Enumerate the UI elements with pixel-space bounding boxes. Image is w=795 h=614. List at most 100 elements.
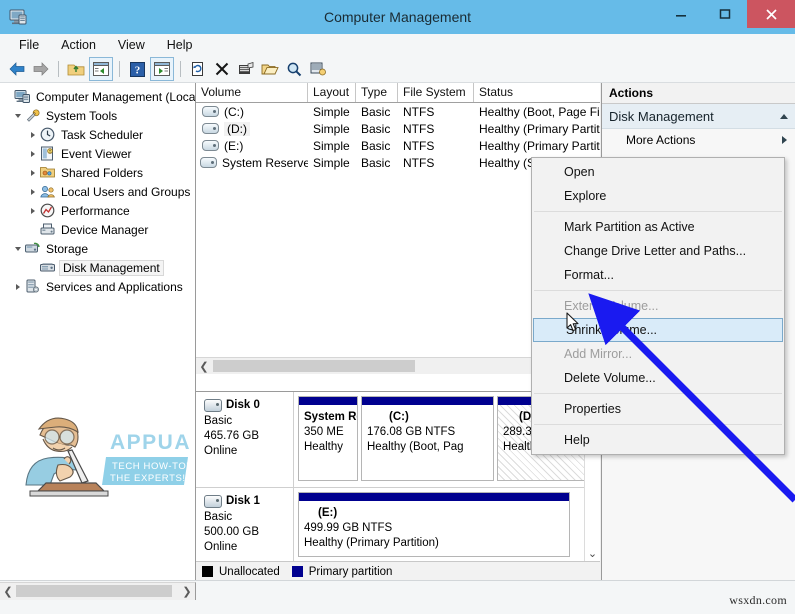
cell-volume-label: (D:) bbox=[224, 122, 250, 136]
table-row[interactable]: (D:) Simple Basic NTFS Healthy (Primary … bbox=[196, 120, 600, 137]
context-menu-item-format[interactable]: Format... bbox=[532, 263, 784, 287]
expander-closed[interactable] bbox=[27, 144, 39, 163]
delete-icon[interactable] bbox=[211, 58, 233, 80]
disk-info[interactable]: Disk 1 Basic 500.00 GB Online bbox=[196, 488, 294, 563]
partition-name: (E:) bbox=[304, 506, 564, 521]
tree-item-label: Shared Folders bbox=[59, 166, 145, 180]
disk-name: Disk 1 bbox=[226, 494, 260, 509]
shared-folders-icon bbox=[39, 164, 56, 181]
close-button[interactable] bbox=[747, 0, 795, 28]
show-hide-console-tree-icon[interactable] bbox=[89, 57, 113, 81]
tree-item-disk-management[interactable]: Disk Management bbox=[2, 258, 195, 277]
help-icon[interactable]: ? bbox=[126, 58, 148, 80]
scroll-down-arrow[interactable]: ⌄ bbox=[585, 547, 600, 560]
minimize-button[interactable] bbox=[659, 0, 703, 28]
tree-item-performance[interactable]: Performance bbox=[2, 201, 195, 220]
site-watermark: wsxdn.com bbox=[729, 593, 787, 608]
context-menu-item-properties[interactable]: Properties bbox=[532, 397, 784, 421]
tree-item-task-scheduler[interactable]: Task Scheduler bbox=[2, 125, 195, 144]
tree-item-label: Performance bbox=[59, 204, 132, 218]
chevron-right-icon[interactable] bbox=[782, 136, 787, 144]
open-folder-icon[interactable] bbox=[259, 58, 281, 80]
tree-item-event-viewer[interactable]: Event Viewer bbox=[2, 144, 195, 163]
table-row[interactable]: (C:) Simple Basic NTFS Healthy (Boot, Pa… bbox=[196, 103, 600, 120]
actions-group-label: Disk Management bbox=[609, 109, 714, 124]
tree-pane-hscrollbar[interactable]: ❮ ❯ bbox=[0, 582, 196, 600]
forward-icon[interactable] bbox=[30, 58, 52, 80]
context-menu-item-help[interactable]: Help bbox=[532, 428, 784, 452]
context-menu-item-open[interactable]: Open bbox=[532, 160, 784, 184]
actions-item-more-actions[interactable]: More Actions bbox=[602, 129, 795, 151]
legend-swatch-unallocated bbox=[202, 566, 213, 577]
legend-label-unallocated: Unallocated bbox=[219, 566, 280, 578]
expander-none bbox=[27, 258, 39, 277]
expander-closed[interactable] bbox=[27, 182, 39, 201]
actions-group-disk-management[interactable]: Disk Management bbox=[602, 104, 795, 129]
export-list-icon[interactable] bbox=[307, 58, 329, 80]
drive-icon bbox=[202, 106, 219, 117]
partition-name: System Reserved bbox=[304, 410, 352, 425]
context-menu-item-mark-partition-as-active[interactable]: Mark Partition as Active bbox=[532, 215, 784, 239]
partition-c[interactable]: (C:) 176.08 GB NTFS Healthy (Boot, Paɡ bbox=[361, 396, 494, 481]
title-bar: Computer Management bbox=[0, 0, 795, 34]
tree-item-label: Task Scheduler bbox=[59, 128, 145, 142]
cell-type: Basic bbox=[356, 122, 398, 136]
expander-closed[interactable] bbox=[27, 125, 39, 144]
menu-help[interactable]: Help bbox=[156, 36, 204, 54]
hscroll-thumb[interactable] bbox=[213, 360, 415, 372]
expander-open[interactable] bbox=[12, 106, 24, 125]
tree-item-services-and-applications[interactable]: Services and Applications bbox=[2, 277, 195, 296]
menu-action[interactable]: Action bbox=[50, 36, 107, 54]
tree-item-shared-folders[interactable]: Shared Folders bbox=[2, 163, 195, 182]
column-header-layout[interactable]: Layout bbox=[308, 83, 356, 102]
maximize-button[interactable] bbox=[703, 0, 747, 28]
context-menu-item-change-drive-letter-and-paths[interactable]: Change Drive Letter and Paths... bbox=[532, 239, 784, 263]
tree-item-system-tools[interactable]: System Tools bbox=[2, 106, 195, 125]
context-menu-separator bbox=[534, 393, 782, 394]
column-header-type[interactable]: Type bbox=[356, 83, 398, 102]
refresh-icon[interactable] bbox=[187, 58, 209, 80]
window-controls bbox=[659, 0, 795, 28]
scroll-right-arrow[interactable]: ❯ bbox=[179, 583, 195, 599]
column-header-volume[interactable]: Volume bbox=[196, 83, 308, 102]
disk-info[interactable]: Disk 0 Basic 465.76 GB Online bbox=[196, 392, 294, 487]
drive-icon bbox=[202, 140, 219, 151]
chevron-up-icon[interactable] bbox=[780, 114, 788, 119]
disk-kind: Basic bbox=[204, 414, 293, 429]
expander-open[interactable] bbox=[12, 239, 24, 258]
tree-item-device-manager[interactable]: Device Manager bbox=[2, 220, 195, 239]
tree-item-storage[interactable]: Storage bbox=[2, 239, 195, 258]
console-tree-pane: Computer Management (Local System Tools bbox=[0, 83, 196, 580]
column-header-status[interactable]: Status bbox=[474, 83, 600, 102]
context-menu-item-explore[interactable]: Explore bbox=[532, 184, 784, 208]
cell-type: Basic bbox=[356, 139, 398, 153]
context-menu-item-delete-volume[interactable]: Delete Volume... bbox=[532, 366, 784, 390]
tree-item-local-users-and-groups[interactable]: Local Users and Groups bbox=[2, 182, 195, 201]
cell-file-system: NTFS bbox=[398, 139, 474, 153]
computer-management-icon bbox=[7, 6, 29, 28]
performance-icon bbox=[39, 202, 56, 219]
expander-closed[interactable] bbox=[27, 163, 39, 182]
partition-text: System Reserved 350 ME Healthy bbox=[299, 406, 357, 455]
expander-closed[interactable] bbox=[12, 277, 24, 296]
partition-status: Healthy (Primary Partition) bbox=[304, 536, 564, 551]
menu-file[interactable]: File bbox=[8, 36, 50, 54]
properties-icon[interactable] bbox=[235, 58, 257, 80]
partition-system-reserved[interactable]: System Reserved 350 ME Healthy bbox=[298, 396, 358, 481]
scroll-left-arrow[interactable]: ❮ bbox=[196, 358, 212, 374]
partition-e[interactable]: (E:) 499.99 GB NTFS Healthy (Primary Par… bbox=[298, 492, 570, 557]
show-hide-action-pane-icon[interactable] bbox=[150, 57, 174, 81]
expander-closed[interactable] bbox=[27, 201, 39, 220]
menu-view[interactable]: View bbox=[107, 36, 156, 54]
scroll-left-arrow[interactable]: ❮ bbox=[0, 583, 16, 599]
search-icon[interactable] bbox=[283, 58, 305, 80]
menu-bar: File Action View Help bbox=[0, 34, 795, 57]
disk-name: Disk 0 bbox=[226, 398, 260, 413]
hscroll-thumb[interactable] bbox=[16, 585, 172, 597]
up-one-level-icon[interactable] bbox=[65, 58, 87, 80]
tree-item-computer-management[interactable]: Computer Management (Local bbox=[2, 87, 195, 106]
column-header-file-system[interactable]: File System bbox=[398, 83, 474, 102]
table-row[interactable]: (E:) Simple Basic NTFS Healthy (Primary … bbox=[196, 137, 600, 154]
back-icon[interactable] bbox=[6, 58, 28, 80]
disk-capacity: 465.76 GB bbox=[204, 429, 293, 444]
